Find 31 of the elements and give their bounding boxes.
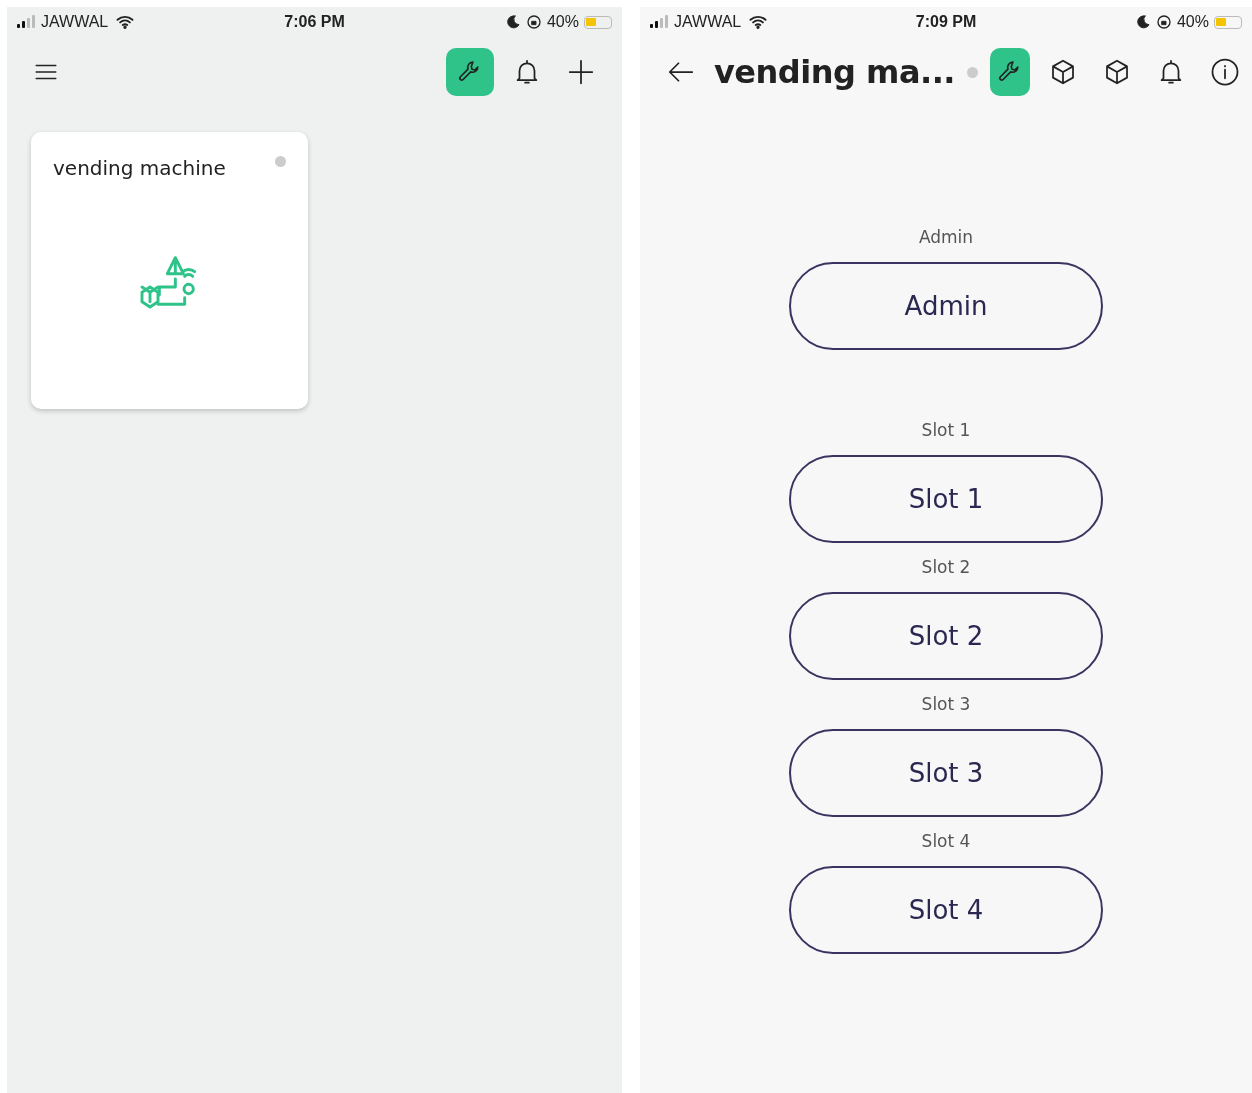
device-title: vending ma... [714, 53, 955, 91]
carrier-name: JAWWAL [674, 13, 742, 31]
slot-button[interactable]: Slot 3 [789, 729, 1103, 817]
rotation-lock-icon [1155, 14, 1172, 30]
signal-icon [17, 16, 35, 28]
device-name: vending machine [53, 156, 226, 180]
slot-button[interactable]: Slot 2 [789, 592, 1103, 680]
battery-percent: 40% [546, 13, 579, 31]
slot-button[interactable]: Slot 4 [789, 866, 1103, 954]
slot-label: Slot 1 [921, 420, 971, 440]
carrier-name: JAWWAL [41, 13, 109, 31]
status-time: 7:06 PM [283, 13, 346, 31]
rotation-lock-icon [525, 14, 542, 30]
wrench-button[interactable] [989, 48, 1030, 96]
admin-button[interactable]: Admin [789, 262, 1103, 350]
slot-label: Slot 3 [921, 694, 971, 714]
status-time: 7:09 PM [914, 13, 978, 31]
moon-icon [504, 14, 521, 30]
moon-icon [1134, 14, 1151, 30]
signal-icon [650, 16, 668, 28]
plus-icon [566, 57, 596, 87]
wrench-button[interactable] [446, 48, 494, 96]
device-card[interactable]: vending machine [31, 132, 308, 409]
slot-label: Slot 4 [921, 831, 971, 851]
info-icon [1209, 57, 1240, 87]
slot-label: Slot 2 [921, 557, 971, 577]
section-label: Admin [918, 227, 974, 247]
battery-icon [584, 15, 612, 29]
slot-button[interactable]: Slot 1 [789, 455, 1103, 543]
battery-icon [1214, 15, 1242, 29]
battery-percent: 40% [1176, 13, 1209, 31]
